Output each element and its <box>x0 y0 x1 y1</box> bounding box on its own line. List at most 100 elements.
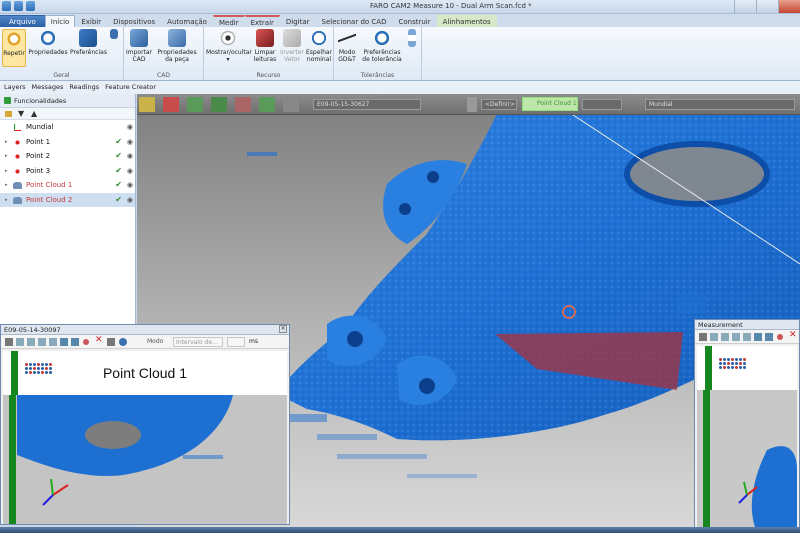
record-icon[interactable] <box>83 339 89 345</box>
espelhar-nominal-button[interactable]: Espelhar nominal <box>306 29 332 63</box>
propriedades-button[interactable]: Propriedades <box>28 29 68 56</box>
sort-down-icon[interactable]: ▼ <box>18 109 25 117</box>
minimize-button[interactable] <box>734 0 756 13</box>
inverter-vetor-button[interactable]: Inverter Vetor <box>280 29 304 63</box>
layout-1-icon[interactable] <box>710 333 718 341</box>
panel-tab-feature-creator[interactable]: Feature Creator <box>105 81 156 94</box>
cloud-icon <box>13 196 22 204</box>
record-icon[interactable] <box>777 334 783 340</box>
frame-dropdown[interactable]: Mundial <box>645 99 795 110</box>
layout-1-icon[interactable] <box>16 338 24 346</box>
eye-icon[interactable]: ◉ <box>127 164 133 179</box>
tab-exibir[interactable]: Exibir <box>75 15 107 27</box>
expand-icon[interactable]: ▸ <box>5 164 8 179</box>
undo-icon[interactable] <box>26 1 35 11</box>
tree-item[interactable]: ▸ Point 2 ✔ ◉ <box>0 149 135 164</box>
layout-4-icon[interactable] <box>743 333 751 341</box>
rotate-icon[interactable] <box>259 97 275 112</box>
sort-up-icon[interactable]: ▲ <box>31 109 38 117</box>
expand-icon[interactable]: ▸ <box>5 149 8 164</box>
eye-icon[interactable]: ◉ <box>127 193 133 208</box>
preferencias-button[interactable]: Preferências <box>70 29 107 56</box>
propriedades-peca-button[interactable]: Propriedades da peça <box>154 29 200 63</box>
tab-in-cio[interactable]: Início <box>44 15 76 27</box>
tab-selecionar-do-cad[interactable]: Selecionar do CAD <box>316 15 393 27</box>
dot <box>727 358 730 361</box>
tree-item[interactable]: ▸ Point 1 ✔ ◉ <box>0 135 135 150</box>
panel-tab-readings[interactable]: Readings <box>69 81 99 94</box>
eye-icon[interactable]: ◉ <box>127 120 133 135</box>
folder-icon[interactable] <box>5 110 12 117</box>
pin-button[interactable] <box>108 29 120 41</box>
eye-icon[interactable]: ◉ <box>127 149 133 164</box>
maximize-button[interactable] <box>756 0 778 13</box>
limpar-leituras-button[interactable]: Limpar leituras <box>252 29 278 63</box>
expand-icon[interactable]: ▸ <box>5 193 8 208</box>
probe-icon[interactable] <box>235 97 251 112</box>
tab-medir[interactable]: Medir <box>212 15 245 27</box>
expand-icon[interactable]: ▸ <box>5 178 8 193</box>
layout-5-icon[interactable] <box>60 338 68 346</box>
window-left-view[interactable] <box>3 395 287 524</box>
tab-dispositivos[interactable]: Dispositivos <box>107 15 161 27</box>
cloud-dropdown[interactable] <box>582 99 622 110</box>
layout-6-icon[interactable] <box>71 338 79 346</box>
modo-gdt-button[interactable]: Modo GD&T <box>336 29 358 63</box>
expand-icon[interactable]: ▸ <box>5 135 8 150</box>
settings-icon[interactable] <box>5 338 13 346</box>
layout-5-icon[interactable] <box>754 333 762 341</box>
panel-tab-layers[interactable]: Layers <box>4 81 26 94</box>
tab-automa-o[interactable]: Automação <box>161 15 213 27</box>
delete-icon[interactable]: ✕ <box>789 330 797 340</box>
eye-icon[interactable]: ◉ <box>127 178 133 193</box>
tab-arquivo[interactable]: Arquivo <box>0 15 45 27</box>
tolerance-extra-button[interactable] <box>406 29 418 49</box>
close-button[interactable] <box>778 0 800 13</box>
filter-icon[interactable] <box>283 97 299 112</box>
camera-icon[interactable] <box>107 338 115 346</box>
help-icon[interactable] <box>119 338 127 346</box>
window-right-view[interactable] <box>697 390 797 532</box>
layout-2-icon[interactable] <box>721 333 729 341</box>
window-right-toolbar: ✕ <box>695 330 799 344</box>
delete-icon[interactable]: ✕ <box>95 335 103 345</box>
panel-tab-messages[interactable]: Messages <box>32 81 64 94</box>
tab-construir[interactable]: Construir <box>392 15 436 27</box>
tree-item[interactable]: ▸ Point Cloud 2 ✔ ◉ <box>0 192 135 208</box>
feature-name-panel-right <box>697 346 797 390</box>
app-icon[interactable] <box>2 1 11 11</box>
layout-6-icon[interactable] <box>765 333 773 341</box>
tab-alinhamentos[interactable]: Alinhamentos <box>436 15 497 27</box>
repetir-button[interactable]: Repetir <box>2 29 26 67</box>
importar-cad-button[interactable]: Importar CAD <box>126 29 152 63</box>
clear-readings-icon <box>256 29 274 47</box>
tab-extrair[interactable]: Extrair <box>244 15 280 27</box>
tree-item-label: Point Cloud 1 <box>26 181 73 189</box>
tree-item[interactable]: ▸ Point Cloud 1 ✔ ◉ <box>0 178 135 193</box>
check-icon: ✔ <box>115 165 122 175</box>
layout-4-icon[interactable] <box>49 338 57 346</box>
mostrar-ocultar-button[interactable]: Mostrar/ocultar ▾ <box>206 29 252 63</box>
scan-id-field[interactable]: E09-05-15-30627 <box>313 99 421 110</box>
interval-spinner[interactable] <box>227 337 245 347</box>
settings-icon[interactable] <box>699 333 707 341</box>
layout-3-icon[interactable] <box>38 338 46 346</box>
tree-item[interactable]: ▸ Point 3 ✔ ◉ <box>0 164 135 179</box>
eye-icon[interactable]: ◉ <box>127 135 133 150</box>
definir-dropdown[interactable]: <Definir> <box>481 99 517 110</box>
layout-3-icon[interactable] <box>732 333 740 341</box>
tree-item[interactable]: Mundial ◉ <box>0 120 135 135</box>
save-icon[interactable] <box>14 1 23 11</box>
modo-input[interactable]: Intervalo de... <box>173 337 223 347</box>
layout-2-icon[interactable] <box>27 338 35 346</box>
scan-icon[interactable] <box>163 97 179 112</box>
tab-digitar[interactable]: Digitar <box>280 15 316 27</box>
close-icon[interactable]: × <box>279 325 287 333</box>
measure-icon[interactable] <box>211 97 227 112</box>
point-cloud-selector[interactable]: Point Cloud 1 <box>522 97 578 111</box>
align-icon[interactable] <box>187 97 203 112</box>
select-mode-icon[interactable] <box>139 97 155 112</box>
panel-tab-bar: Layers Messages Readings Feature Creator <box>0 81 800 94</box>
preferencias-tolerancia-button[interactable]: Preferências de tolerância <box>360 29 404 63</box>
taskbar <box>0 527 800 533</box>
